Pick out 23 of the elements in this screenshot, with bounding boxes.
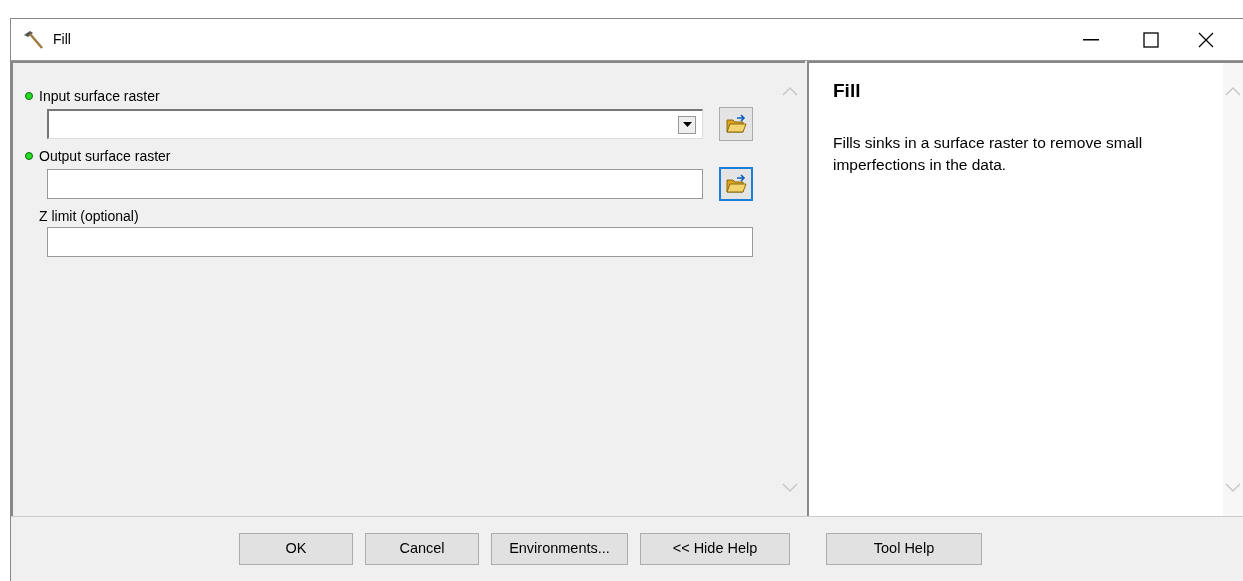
folder-icon xyxy=(725,114,747,134)
browse-button[interactable] xyxy=(719,107,753,141)
close-icon xyxy=(1198,31,1214,48)
folder-icon xyxy=(725,174,747,194)
text-field[interactable] xyxy=(47,169,703,199)
dialog-button[interactable]: Environments... xyxy=(491,533,628,565)
dropdown-arrow-button[interactable] xyxy=(678,115,696,134)
parameter-label: Output surface raster xyxy=(39,146,171,166)
dialog-button[interactable]: OK xyxy=(239,533,353,565)
parameter-label: Input surface raster xyxy=(39,86,160,106)
maximize-icon xyxy=(1143,31,1159,48)
hammer-icon xyxy=(23,29,45,50)
dialog-button[interactable]: Tool Help xyxy=(826,533,982,565)
help-description: Fills sinks in a surface raster to remove small imperfections in the data. xyxy=(833,132,1144,175)
caret-icon xyxy=(682,122,692,127)
text-field[interactable] xyxy=(47,227,753,257)
dropdown-field[interactable] xyxy=(47,109,703,139)
dialog-button[interactable]: << Hide Help xyxy=(640,533,790,565)
parameter-label: Z limit (optional) xyxy=(39,206,139,226)
browse-button[interactable] xyxy=(719,167,753,201)
help-title: Fill xyxy=(833,79,862,103)
window-title: Fill xyxy=(53,30,71,49)
dialog-button[interactable]: Cancel xyxy=(365,533,479,565)
